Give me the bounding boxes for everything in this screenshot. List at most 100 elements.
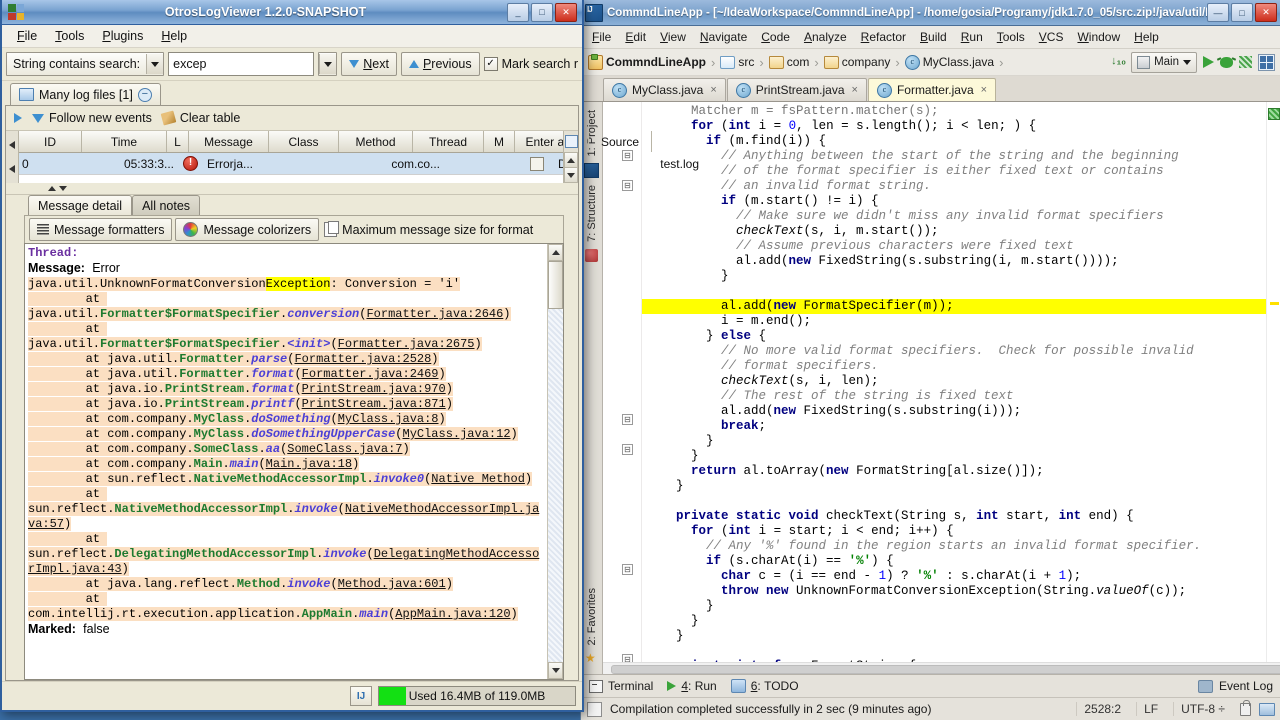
olv-minimize-button[interactable]: _ <box>507 2 529 22</box>
debug-icon[interactable] <box>1220 56 1233 68</box>
ide-menu-window[interactable]: Window <box>1070 28 1127 46</box>
olv-menu-help[interactable]: Help <box>152 27 196 45</box>
scroll-down-button[interactable] <box>548 662 563 679</box>
print-icon[interactable] <box>1259 702 1275 716</box>
search-previous-button[interactable]: Previous <box>400 52 480 76</box>
mark-search-checkbox[interactable]: ✓ Mark search r <box>483 57 578 71</box>
scroll-up-button[interactable] <box>564 153 578 168</box>
olv-menu-tools[interactable]: Tools <box>46 27 93 45</box>
table-header-id[interactable]: ID <box>19 131 82 152</box>
ide-menu-run[interactable]: Run <box>954 28 990 46</box>
run-configuration-selector[interactable]: Main <box>1131 51 1197 73</box>
column-chooser-button[interactable] <box>564 131 578 153</box>
search-history-dropdown[interactable] <box>318 52 338 76</box>
toolwindow-button-favorites[interactable]: 2: Favorites <box>586 584 598 649</box>
table-header-method[interactable]: Method <box>339 131 413 152</box>
editor-tab-myclass-java[interactable]: c MyClass.java × <box>603 78 726 101</box>
table-header-m[interactable]: M <box>484 131 515 152</box>
table-cell-class[interactable] <box>289 153 364 174</box>
checkbox-icon[interactable] <box>530 156 544 171</box>
ide-minimize-button[interactable]: — <box>1207 3 1229 22</box>
ide-menu-file[interactable]: File <box>585 28 618 46</box>
olv-close-button[interactable]: ✕ <box>555 2 577 22</box>
table-cell-thread[interactable] <box>443 153 519 174</box>
fold-marker-icon[interactable]: ⊟ <box>622 414 633 425</box>
search-input-wrapper[interactable] <box>168 52 315 76</box>
table-cell-method[interactable]: com.co... <box>364 153 443 174</box>
inspection-status-icon[interactable] <box>1268 108 1280 120</box>
table-row[interactable]: 005:33:3...!Errorja...com.co...Dtest.log <box>19 153 699 175</box>
detail-text-panel[interactable]: Thread: Message: Error java.util.UnknownFo… <box>24 243 564 680</box>
editor-marker-strip[interactable] <box>1266 102 1280 662</box>
table-cell-m[interactable] <box>519 153 555 174</box>
minus-icon[interactable]: − <box>137 87 152 102</box>
toolwindow-terminal[interactable]: Terminal <box>589 679 653 693</box>
message-detail-text[interactable]: Thread: Message: Error java.util.UnknownFo… <box>25 244 547 679</box>
ide-maximize-button[interactable]: □ <box>1231 3 1253 22</box>
event-log-button[interactable]: Event Log <box>1197 679 1280 693</box>
ide-menu-navigate[interactable]: Navigate <box>693 28 754 46</box>
play-icon[interactable] <box>14 113 22 123</box>
ide-menu-code[interactable]: Code <box>754 28 797 46</box>
breadcrumb-item-module[interactable]: CommndLineApp <box>606 55 706 69</box>
toolwindow-todo[interactable]: 6: TODO <box>730 679 799 693</box>
toolwindow-run[interactable]: 4: Run <box>667 679 717 693</box>
chevron-down-icon[interactable] <box>146 54 164 74</box>
breadcrumb-item-com[interactable]: com <box>787 55 810 69</box>
scrollbar-thumb[interactable] <box>611 665 1280 674</box>
follow-new-events-button[interactable]: Follow new events <box>32 111 152 125</box>
toolwindow-button-structure[interactable]: 7: Structure <box>586 181 598 246</box>
fold-marker-icon[interactable]: ⊟ <box>622 654 633 662</box>
olv-maximize-button[interactable]: □ <box>531 2 553 22</box>
code-text[interactable]: Matcher m = fsPattern.matcher(s); for (i… <box>642 102 1266 662</box>
scroll-up-button[interactable] <box>548 244 563 261</box>
code-editor[interactable]: ⊟ ⊟ ⊟ ⊟ ⊟ ⊟ ⊟ Matcher m = fsPattern.matc… <box>603 102 1280 662</box>
log-tab-many-log-files[interactable]: Many log files [1] − <box>10 83 161 105</box>
highlight-marker[interactable] <box>1270 302 1279 305</box>
olv-menu-plugins[interactable]: Plugins <box>93 27 152 45</box>
arrow-left-icon[interactable] <box>9 141 15 149</box>
splitter-collapse-down-icon[interactable] <box>59 186 67 191</box>
table-cell-l[interactable]: ! <box>177 153 204 174</box>
close-icon[interactable]: × <box>981 84 987 96</box>
ide-menu-build[interactable]: Build <box>913 28 954 46</box>
fold-marker-icon[interactable]: ⊟ <box>622 444 633 455</box>
sort-icon[interactable]: ↓₁₀ <box>1111 55 1126 69</box>
breadcrumb-item-src[interactable]: src <box>738 55 754 69</box>
statusbar-caret-position[interactable]: 2528:2 <box>1076 702 1128 716</box>
statusbar-toggle-icon[interactable] <box>587 701 602 717</box>
ide-menu-vcs[interactable]: VCS <box>1032 28 1071 46</box>
chevron-down-icon[interactable] <box>319 54 337 74</box>
message-colorizers-button[interactable]: Message colorizers <box>175 218 320 241</box>
statusbar-line-separator[interactable]: LF <box>1136 702 1165 716</box>
table-header-l[interactable]: L <box>167 131 189 152</box>
olv-menu-file[interactable]: File <box>8 27 46 45</box>
clear-table-button[interactable]: Clear table <box>160 110 240 126</box>
close-icon[interactable]: × <box>710 84 716 96</box>
ide-menu-refactor[interactable]: Refactor <box>854 28 913 46</box>
detail-vertical-scrollbar[interactable] <box>547 244 563 679</box>
scroll-down-button[interactable] <box>564 168 578 183</box>
scrollbar-track[interactable] <box>548 309 563 662</box>
table-left-scroll-buttons[interactable] <box>6 131 19 183</box>
table-header-source[interactable]: Source <box>589 131 652 152</box>
tab-message-detail[interactable]: Message detail <box>28 195 133 215</box>
tab-all-notes[interactable]: All notes <box>132 195 201 215</box>
fold-marker-icon[interactable]: ⊟ <box>622 180 633 191</box>
search-input[interactable] <box>169 54 314 74</box>
message-formatters-button[interactable]: Message formatters <box>29 218 173 241</box>
ide-menu-view[interactable]: View <box>653 28 693 46</box>
ide-close-button[interactable]: ✕ <box>1255 3 1277 22</box>
table-header-thread[interactable]: Thread <box>413 131 484 152</box>
max-message-size-control[interactable]: Maximum message size for format <box>322 219 540 240</box>
breadcrumb-item-company[interactable]: company <box>842 55 891 69</box>
close-icon[interactable]: × <box>852 84 858 96</box>
panel-splitter[interactable] <box>6 183 578 195</box>
table-header-time[interactable]: Time <box>82 131 167 152</box>
arrow-left-icon[interactable] <box>9 165 15 173</box>
coverage-icon[interactable] <box>1239 56 1252 68</box>
table-cell-source[interactable]: test.log <box>634 153 702 174</box>
ide-connector-icon[interactable]: IJ <box>350 686 372 706</box>
ide-menu-help[interactable]: Help <box>1127 28 1166 46</box>
statusbar-encoding[interactable]: UTF-8 ÷ <box>1173 702 1232 716</box>
